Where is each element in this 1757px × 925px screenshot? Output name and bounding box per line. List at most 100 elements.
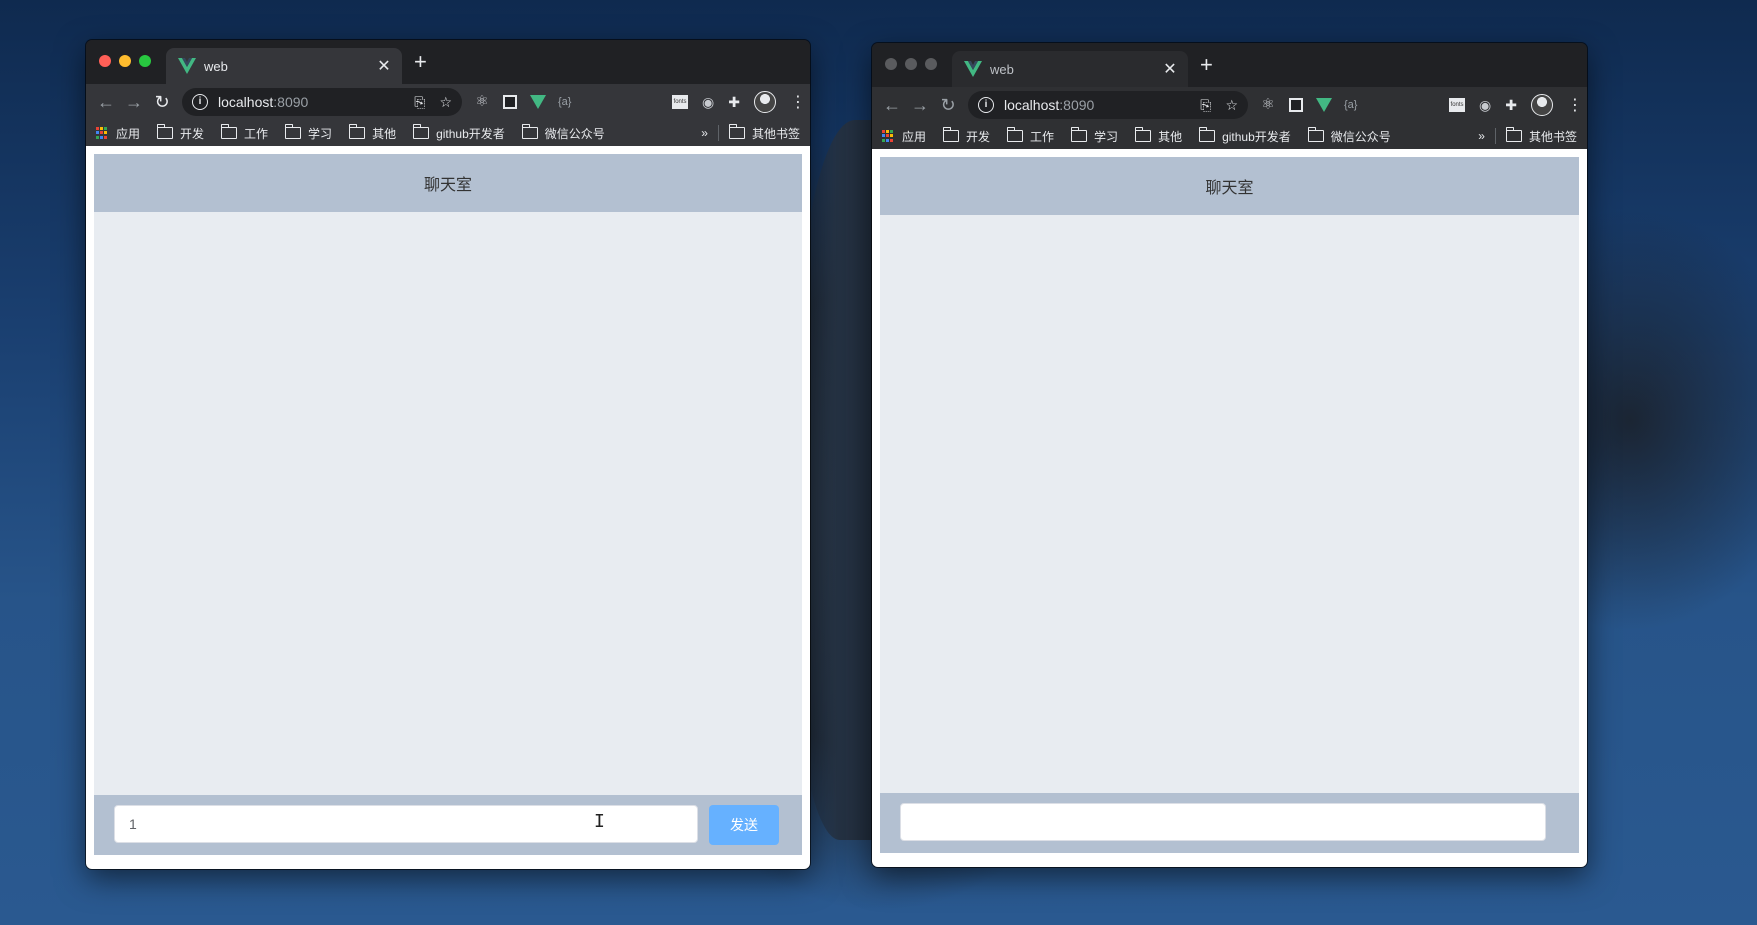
bookmark-folder[interactable]: 微信公众号 xyxy=(1307,127,1391,145)
minimize-window-button[interactable] xyxy=(905,58,917,70)
apps-grid-icon xyxy=(882,130,894,142)
site-info-icon[interactable]: i xyxy=(978,97,994,113)
react-devtools-icon[interactable]: ⚛ xyxy=(474,94,490,110)
close-window-button[interactable] xyxy=(885,58,897,70)
puzzle-icon[interactable]: ✚ xyxy=(728,94,740,111)
browser-toolbar: ← → ↻ i localhost:8090 ⎘ ☆ ⚛ {a} fonts ◉… xyxy=(86,84,810,120)
chat-room: 聊天室 xyxy=(880,157,1579,853)
fonts-icon[interactable]: fonts xyxy=(672,95,689,109)
chat-room: 聊天室 1 I 发送 xyxy=(94,154,802,855)
json-braces-icon[interactable]: {a} xyxy=(1344,97,1360,113)
json-braces-icon[interactable]: {a} xyxy=(558,94,574,110)
vue-devtools-icon[interactable] xyxy=(530,94,546,110)
bookmark-folder[interactable]: 微信公众号 xyxy=(521,124,605,142)
bookmark-label: 学习 xyxy=(1094,129,1119,144)
avatar-icon[interactable] xyxy=(754,91,776,113)
message-input[interactable] xyxy=(900,803,1546,841)
maximize-window-button[interactable] xyxy=(139,55,151,67)
message-input[interactable]: 1 xyxy=(114,805,698,843)
address-bar[interactable]: i localhost:8090 ⎘ ☆ xyxy=(968,91,1248,119)
folder-icon xyxy=(157,124,174,139)
bookmark-folder[interactable]: 学习 xyxy=(285,124,332,142)
bookmark-label: 开发 xyxy=(180,126,205,141)
translate-icon[interactable]: ⎘ xyxy=(414,94,425,111)
bookmark-folder[interactable]: 其他 xyxy=(1135,127,1182,145)
tab-title: web xyxy=(204,58,228,74)
send-button[interactable]: 发送 xyxy=(709,805,779,845)
back-icon[interactable]: ← xyxy=(878,95,906,116)
vue-logo-icon xyxy=(178,58,196,74)
folder-icon xyxy=(1007,127,1024,142)
url-port: :8090 xyxy=(273,94,309,110)
kebab-menu-icon[interactable]: ⋮ xyxy=(1567,95,1583,115)
url-host: localhost xyxy=(1004,97,1060,113)
translate-icon[interactable]: ⎘ xyxy=(1200,97,1211,114)
bookmark-apps[interactable]: 应用 xyxy=(882,128,926,145)
tab-strip: web ✕ + xyxy=(872,43,1587,87)
square-extension-icon[interactable] xyxy=(503,95,517,109)
camera-icon[interactable]: ◉ xyxy=(702,94,714,111)
tab-strip: web ✕ + xyxy=(86,40,810,84)
bookmark-other-folder[interactable]: 其他书签 xyxy=(1505,127,1577,145)
bookmark-folder[interactable]: 学习 xyxy=(1071,127,1119,145)
minimize-window-button[interactable] xyxy=(119,55,131,67)
apps-grid-icon xyxy=(96,127,108,139)
tab-close-icon[interactable]: ✕ xyxy=(1160,59,1180,79)
tab-web[interactable]: web ✕ xyxy=(952,51,1188,87)
reload-icon[interactable]: ↻ xyxy=(148,92,176,113)
bookmarks-bar: 应用 开发 工作 学习 其他 github开发者 微信公众号 » 其他书签 xyxy=(86,120,810,147)
text-cursor-icon: I xyxy=(594,811,605,832)
chat-footer xyxy=(880,793,1579,853)
bookmark-folder[interactable]: 开发 xyxy=(943,127,991,145)
folder-icon xyxy=(1071,127,1088,142)
folder-icon xyxy=(413,124,430,139)
bookmarks-overflow-button[interactable]: » xyxy=(1478,129,1485,143)
star-icon[interactable]: ☆ xyxy=(1225,97,1238,114)
browser-window-right: web ✕ + ← → ↻ i localhost:8090 ⎘ ☆ ⚛ {a}… xyxy=(872,43,1587,867)
bookmark-label: 微信公众号 xyxy=(1330,129,1391,144)
chat-title: 聊天室 xyxy=(423,177,472,194)
avatar-icon[interactable] xyxy=(1531,94,1553,116)
close-window-button[interactable] xyxy=(99,55,111,67)
folder-icon xyxy=(285,124,302,139)
bookmark-folder[interactable]: 其他 xyxy=(349,124,397,142)
bookmark-label: 其他 xyxy=(372,126,397,141)
bookmark-label: github开发者 xyxy=(1222,129,1291,144)
new-tab-button[interactable]: + xyxy=(1200,53,1213,77)
bookmark-folder[interactable]: 工作 xyxy=(221,124,268,142)
forward-icon[interactable]: → xyxy=(906,95,934,116)
star-icon[interactable]: ☆ xyxy=(439,94,452,111)
square-extension-icon[interactable] xyxy=(1289,98,1303,112)
bookmark-folder[interactable]: github开发者 xyxy=(1199,127,1291,145)
back-icon[interactable]: ← xyxy=(92,92,120,113)
folder-icon xyxy=(1135,127,1152,142)
bookmark-folder[interactable]: github开发者 xyxy=(413,124,505,142)
folder-icon xyxy=(1307,127,1324,142)
fonts-icon[interactable]: fonts xyxy=(1449,98,1466,112)
bookmarks-overflow-button[interactable]: » xyxy=(701,126,708,140)
bookmark-apps[interactable]: 应用 xyxy=(96,125,140,142)
bookmark-other-folder[interactable]: 其他书签 xyxy=(728,124,800,142)
page-content: 聊天室 xyxy=(872,149,1587,867)
maximize-window-button[interactable] xyxy=(925,58,937,70)
camera-icon[interactable]: ◉ xyxy=(1479,97,1491,114)
chat-message-list xyxy=(880,215,1579,793)
tab-web[interactable]: web ✕ xyxy=(166,48,402,84)
puzzle-icon[interactable]: ✚ xyxy=(1505,97,1517,114)
forward-icon[interactable]: → xyxy=(120,92,148,113)
address-bar[interactable]: i localhost:8090 ⎘ ☆ xyxy=(182,88,462,116)
site-info-icon[interactable]: i xyxy=(192,94,208,110)
bookmark-label: 开发 xyxy=(966,129,991,144)
vue-devtools-icon[interactable] xyxy=(1316,97,1332,113)
folder-icon xyxy=(521,124,538,139)
bookmark-folder[interactable]: 开发 xyxy=(157,124,205,142)
tab-close-icon[interactable]: ✕ xyxy=(374,56,394,76)
bookmark-label: 其他书签 xyxy=(751,126,800,141)
reload-icon[interactable]: ↻ xyxy=(934,95,962,116)
new-tab-button[interactable]: + xyxy=(414,50,427,74)
bookmark-label: 应用 xyxy=(116,126,141,141)
react-devtools-icon[interactable]: ⚛ xyxy=(1260,97,1276,113)
folder-icon xyxy=(221,124,238,139)
bookmark-folder[interactable]: 工作 xyxy=(1007,127,1054,145)
kebab-menu-icon[interactable]: ⋮ xyxy=(790,92,806,112)
